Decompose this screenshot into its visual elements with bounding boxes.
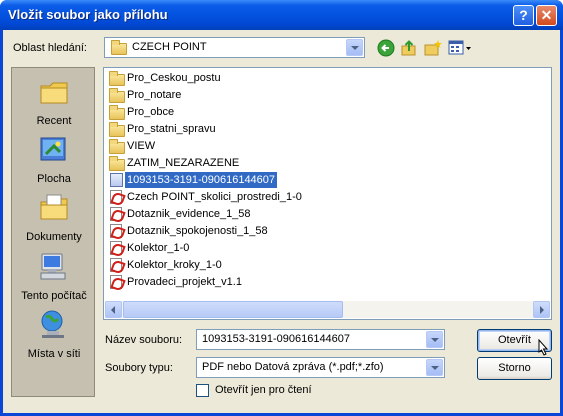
place-recent[interactable]: Recent [12, 76, 96, 127]
dialog-body: Oblast hledání: CZECH POINT Recent Ploch… [3, 30, 560, 413]
dialog-title: Vložit soubor jako přílohu [8, 7, 168, 22]
folder-icon [109, 122, 125, 137]
readonly-label[interactable]: Otevřít jen pro čtení [215, 384, 312, 396]
file-name: Pro_obce [127, 106, 175, 118]
computer-icon [40, 253, 66, 280]
folder-icon [109, 88, 125, 103]
file-name: Pro_Ceskou_postu [127, 72, 221, 84]
file-name: 1093153-3191-090616144607 [125, 172, 278, 188]
file-name: Pro_statni_spravu [127, 123, 216, 135]
filetype-label: Soubory typu: [105, 362, 173, 374]
pdf-file-icon [110, 258, 122, 272]
back-icon[interactable] [377, 39, 395, 57]
view-menu-icon[interactable] [448, 39, 472, 57]
file-name: Kolektor_1-0 [127, 242, 190, 254]
close-button[interactable]: ✕ [536, 5, 557, 26]
desktop-icon [40, 137, 66, 161]
filename-label: Název souboru: [105, 334, 183, 346]
folder-icon [109, 139, 125, 154]
place-label: Plocha [37, 173, 71, 185]
place-label: Dokumenty [26, 231, 82, 243]
file-name: Czech POINT_skolici_prostredi_1-0 [127, 191, 302, 203]
look-in-combo[interactable]: CZECH POINT [104, 37, 365, 58]
cursor-icon [538, 339, 549, 356]
file-name: Kolektor_kroky_1-0 [127, 259, 222, 271]
scroll-right-button[interactable] [533, 301, 550, 318]
readonly-checkbox[interactable] [196, 384, 209, 397]
folder-icon [111, 40, 127, 55]
up-folder-icon[interactable] [400, 39, 418, 57]
documents-icon [40, 194, 68, 220]
place-label: Tento počítač [21, 290, 87, 302]
file-name: ZATIM_NEZARAZENE [127, 157, 240, 169]
filetype-value: PDF nebo Datová zpráva (*.pdf;*.zfo) [202, 361, 384, 373]
file-name: Provadeci_projekt_v1.1 [127, 276, 242, 288]
pdf-file-icon [110, 241, 122, 255]
look-in-label: Oblast hledání: [13, 42, 87, 54]
folder-icon [109, 105, 125, 120]
pdf-file-icon [110, 190, 122, 204]
file-name: Dotaznik_spokojenosti_1_58 [127, 225, 268, 237]
file-open-dialog: Vložit soubor jako přílohu ? ✕ Oblast hl… [0, 0, 563, 416]
pdf-file-icon [110, 275, 122, 289]
help-button[interactable]: ? [513, 5, 534, 26]
place-label: Recent [36, 115, 72, 127]
chevron-down-icon[interactable] [426, 359, 443, 376]
pdf-file-icon [110, 224, 122, 238]
place-desktop[interactable]: Plocha [12, 134, 96, 185]
chevron-down-icon[interactable] [346, 39, 363, 56]
scroll-left-button[interactable] [105, 301, 122, 318]
zfo-file-icon [110, 173, 123, 187]
filename-input[interactable]: 1093153-3191-090616144607 [196, 329, 445, 350]
file-list[interactable]: Pro_Ceskou_postu Pro_notare Pro_obce Pro… [103, 67, 552, 320]
new-folder-icon[interactable] [424, 39, 442, 57]
place-label: Místa v síti [27, 348, 81, 360]
title-bar[interactable]: Vložit soubor jako přílohu ? ✕ [0, 0, 563, 30]
cancel-button[interactable]: Storno [477, 357, 552, 380]
place-computer[interactable]: Tento počítač [12, 251, 96, 302]
folder-icon [109, 71, 125, 86]
place-documents[interactable]: Dokumenty [12, 192, 96, 243]
place-network[interactable]: Místa v síti [12, 309, 96, 360]
places-bar: Recent Plocha Dokumenty Tento počítač Mí… [11, 67, 95, 397]
horizontal-scrollbar[interactable] [105, 301, 550, 318]
file-name: VIEW [127, 140, 156, 152]
filetype-select[interactable]: PDF nebo Datová zpráva (*.pdf;*.zfo) [196, 357, 445, 378]
file-name: Pro_notare [127, 89, 182, 101]
scroll-thumb[interactable] [123, 301, 343, 318]
file-name: Dotaznik_evidence_1_58 [127, 208, 251, 220]
filename-value: 1093153-3191-090616144607 [202, 333, 351, 345]
recent-icon [40, 82, 68, 104]
folder-icon [109, 156, 125, 171]
chevron-down-icon[interactable] [426, 331, 443, 348]
network-icon [41, 310, 64, 338]
pdf-file-icon [110, 207, 122, 221]
look-in-value: CZECH POINT [132, 41, 207, 53]
